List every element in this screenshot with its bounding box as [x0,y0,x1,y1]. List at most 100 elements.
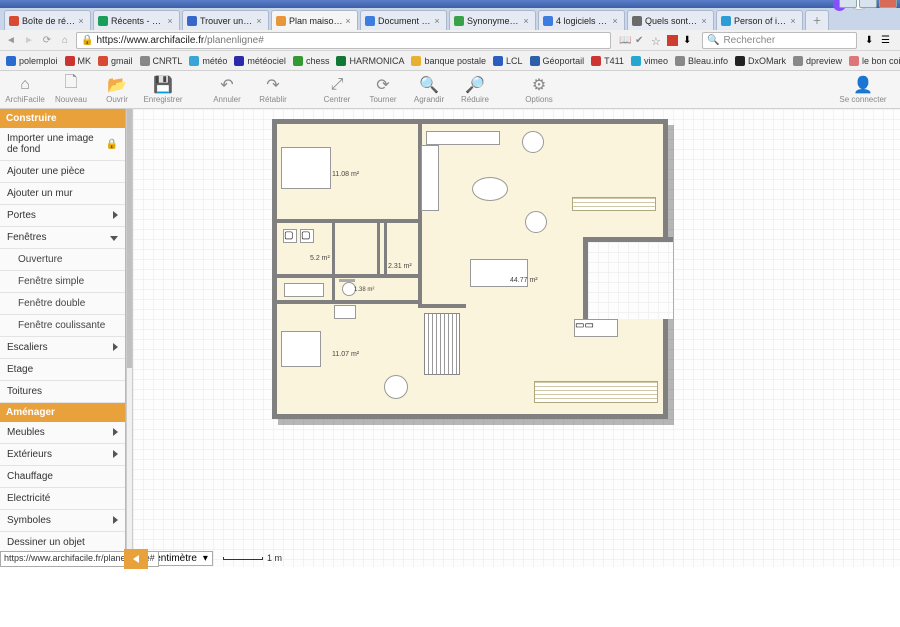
tab-close-icon[interactable]: × [165,16,175,26]
nav-home-button[interactable]: ⌂ [58,33,72,47]
tool-tourner[interactable]: ⟳Tourner [360,72,406,108]
nav-back-button[interactable]: ◄ [4,33,18,47]
sidebar-item-fenêtres[interactable]: Fenêtres [0,227,125,249]
pouf-furniture[interactable] [522,131,544,153]
bookmark-star-icon[interactable]: ☆ [651,35,662,46]
bookmark-item[interactable]: le bon coin [849,56,900,66]
washer-icon[interactable]: ▢ [300,229,314,243]
kitchen-sink-icon[interactable]: ▭▭ [574,319,618,337]
menu-icon[interactable]: ☰ [881,35,892,46]
bookmark-item[interactable]: T411 [591,56,624,66]
pocket-icon[interactable]: ✔ [635,35,646,46]
tool-annuler[interactable]: ↶Annuler [204,72,250,108]
bed-furniture[interactable] [281,147,331,189]
tab-close-icon[interactable]: × [610,16,620,26]
tab-close-icon[interactable]: × [521,16,531,26]
pouf-furniture[interactable] [384,375,408,399]
window-close-button[interactable] [879,0,897,8]
sidebar-subitem-fenêtre-double[interactable]: Fenêtre double [0,293,125,315]
sidebar-collapse-button[interactable] [124,549,148,569]
tool-agrandir[interactable]: 🔍Agrandir [406,72,452,108]
tool-enregistrer[interactable]: 💾Enregistrer [140,72,186,108]
tab-close-icon[interactable]: × [254,16,264,26]
bookmark-item[interactable]: polemploi [6,56,58,66]
coffee-table-furniture[interactable] [472,177,508,201]
browser-tab[interactable]: Plan maison Archif× [271,10,358,30]
tool-archifacile[interactable]: ⌂ArchiFacile [2,72,48,108]
sidebar-item-ajouter-une-pièce[interactable]: Ajouter une pièce [0,161,125,183]
bookmark-item[interactable]: dpreview [793,56,842,66]
bookmark-item[interactable]: vimeo [631,56,668,66]
sink-icon[interactable] [284,283,324,297]
bookmark-item[interactable]: MK [65,56,92,66]
sidebar-subitem-fenêtre-simple[interactable]: Fenêtre simple [0,271,125,293]
sidebar-item-portes[interactable]: Portes [0,205,125,227]
tab-close-icon[interactable]: × [432,16,442,26]
downloads-icon[interactable]: ⬇ [865,35,876,46]
tool-nouveau[interactable]: 🗋Nouveau [48,72,94,108]
sofa-side-furniture[interactable] [421,145,439,211]
room-area-label: 11.08 m² [332,171,359,178]
bookmark-item[interactable]: LCL [493,56,523,66]
tab-close-icon[interactable]: × [699,16,709,26]
sidebar-item-meubles[interactable]: Meubles [0,422,125,444]
tool-ouvrir[interactable]: 📂Ouvrir [94,72,140,108]
address-bar[interactable]: 🔒 https://www.archifacile.fr/planenligne… [76,32,611,49]
browser-tab[interactable]: Quels sont les log× [627,10,714,30]
browser-tab[interactable]: Boîte de réception× [4,10,91,30]
stove-icon[interactable] [334,305,356,319]
reader-icon[interactable]: 📖 [619,35,630,46]
bookmark-item[interactable]: DxOMark [735,56,786,66]
stairs[interactable] [424,313,460,375]
nav-reload-button[interactable]: ⟳ [40,33,54,47]
canvas[interactable]: ▢ ▢ ▭▭ 11.08 m² 5.2 m² 2.31 m² 11.07 m² … [133,109,900,627]
browser-tab[interactable]: Document sans titr× [360,10,447,30]
tool-rétablir[interactable]: ↷Rétablir [250,72,296,108]
tab-close-icon[interactable]: × [788,16,798,26]
sidebar-item-symboles[interactable]: Symboles [0,510,125,532]
pouf-furniture[interactable] [525,211,547,233]
new-tab-button[interactable]: ＋ [805,10,829,30]
maximize-button[interactable] [859,0,877,8]
tab-close-icon[interactable]: × [76,16,86,26]
bookmark-item[interactable]: météociel [234,56,286,66]
browser-tab[interactable]: 4 logiciels plan ma× [538,10,625,30]
hatch-area[interactable] [572,197,656,211]
addon-icon[interactable] [667,35,678,46]
sidebar-subitem-ouverture[interactable]: Ouverture [0,249,125,271]
browser-tab[interactable]: Person of interest× [716,10,803,30]
browser-tab[interactable]: Synonymes de ajo× [449,10,536,30]
sidebar-item-electricité[interactable]: Electricité [0,488,125,510]
bed-furniture[interactable] [281,331,321,367]
sidebar-item-extérieurs[interactable]: Extérieurs [0,444,125,466]
login-button[interactable]: 👤 Se connecter [828,72,898,108]
bookmark-item[interactable]: gmail [98,56,133,66]
sofa-furniture[interactable] [426,131,500,145]
browser-tab[interactable]: Trouver un logicie× [182,10,269,30]
browser-tab[interactable]: Récents - Google D× [93,10,180,30]
washer-icon[interactable]: ▢ [283,229,297,243]
sidebar-item-ajouter-un-mur[interactable]: Ajouter un mur [0,183,125,205]
sidebar-item-importer-une-image-de-fond[interactable]: Importer une image de fond🔒 [0,128,125,161]
centrer-icon: ⤢ [331,76,344,94]
tool-options[interactable]: ⚙Options [516,72,562,108]
tool-réduire[interactable]: 🔎Réduire [452,72,498,108]
bookmark-item[interactable]: banque postale [411,56,486,66]
bookmark-item[interactable]: Géoportail [530,56,585,66]
sidebar-item-chauffage[interactable]: Chauffage [0,466,125,488]
sidebar-item-etage[interactable]: Etage [0,359,125,381]
hatch-area[interactable] [534,381,658,403]
bookmark-item[interactable]: HARMONICA [336,56,404,66]
download-icon[interactable]: ⬇ [683,35,694,46]
minimize-button[interactable] [839,0,857,8]
bookmark-item[interactable]: chess [293,56,330,66]
bookmark-item[interactable]: météo [189,56,227,66]
sidebar-item-toitures[interactable]: Toitures [0,381,125,403]
search-field[interactable]: 🔍 Rechercher [702,32,857,49]
bookmark-item[interactable]: CNRTL [140,56,183,66]
tab-close-icon[interactable]: × [343,16,353,26]
sidebar-subitem-fenêtre-coulissante[interactable]: Fenêtre coulissante [0,315,125,337]
tool-centrer[interactable]: ⤢Centrer [314,72,360,108]
sidebar-item-escaliers[interactable]: Escaliers [0,337,125,359]
bookmark-item[interactable]: Bleau.info [675,56,728,66]
